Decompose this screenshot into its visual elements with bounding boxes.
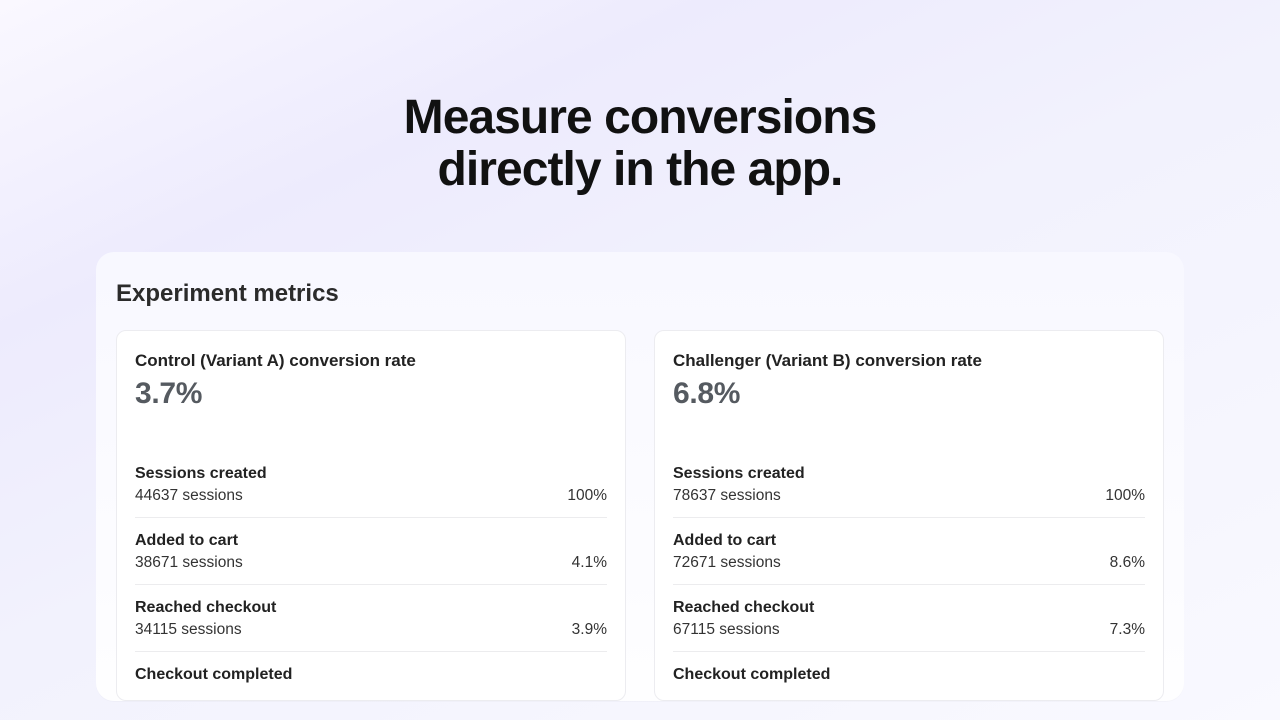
hero-line-1: Measure conversions xyxy=(404,91,877,144)
experiment-metrics-panel: Experiment metrics Control (Variant A) c… xyxy=(96,252,1184,701)
funnel-percent: 100% xyxy=(567,487,607,505)
funnel-percent: 3.9% xyxy=(572,621,607,639)
funnel-label: Added to cart xyxy=(673,532,1145,550)
funnel-percent: 7.3% xyxy=(1110,621,1145,639)
funnel-row: Checkout completed xyxy=(135,652,607,700)
funnel-row: Checkout completed xyxy=(673,652,1145,700)
funnel-label: Added to cart xyxy=(135,532,607,550)
funnel-row: Reached checkout 34115 sessions 3.9% xyxy=(135,585,607,652)
funnel-percent: 4.1% xyxy=(572,554,607,572)
funnel-percent: 8.6% xyxy=(1110,554,1145,572)
funnel-sessions: 78637 sessions xyxy=(673,487,781,505)
funnel-label: Checkout completed xyxy=(673,666,1145,684)
funnel-label: Reached checkout xyxy=(673,599,1145,617)
variant-conversion-rate: 6.8% xyxy=(673,377,1145,411)
funnel-label: Sessions created xyxy=(673,465,1145,483)
funnel-sessions: 38671 sessions xyxy=(135,554,243,572)
funnel-sessions: 44637 sessions xyxy=(135,487,243,505)
funnel-label: Checkout completed xyxy=(135,666,607,684)
funnel-sessions: 67115 sessions xyxy=(673,621,780,639)
hero-title: Measure conversions directly in the app. xyxy=(404,92,877,196)
variant-cards: Control (Variant A) conversion rate 3.7%… xyxy=(116,330,1164,701)
funnel-row: Sessions created 44637 sessions 100% xyxy=(135,451,607,518)
funnel-percent: 100% xyxy=(1105,487,1145,505)
funnel-row: Reached checkout 67115 sessions 7.3% xyxy=(673,585,1145,652)
variant-title: Challenger (Variant B) conversion rate xyxy=(673,351,1145,371)
variant-card-challenger: Challenger (Variant B) conversion rate 6… xyxy=(654,330,1164,701)
variant-card-control: Control (Variant A) conversion rate 3.7%… xyxy=(116,330,626,701)
funnel-label: Sessions created xyxy=(135,465,607,483)
variant-conversion-rate: 3.7% xyxy=(135,377,607,411)
funnel-sessions: 72671 sessions xyxy=(673,554,781,572)
funnel-label: Reached checkout xyxy=(135,599,607,617)
variant-title: Control (Variant A) conversion rate xyxy=(135,351,607,371)
funnel-sessions: 34115 sessions xyxy=(135,621,242,639)
panel-title: Experiment metrics xyxy=(116,280,1164,308)
funnel-row: Added to cart 38671 sessions 4.1% xyxy=(135,518,607,585)
funnel-row: Added to cart 72671 sessions 8.6% xyxy=(673,518,1145,585)
funnel-row: Sessions created 78637 sessions 100% xyxy=(673,451,1145,518)
hero-line-2: directly in the app. xyxy=(438,143,843,196)
